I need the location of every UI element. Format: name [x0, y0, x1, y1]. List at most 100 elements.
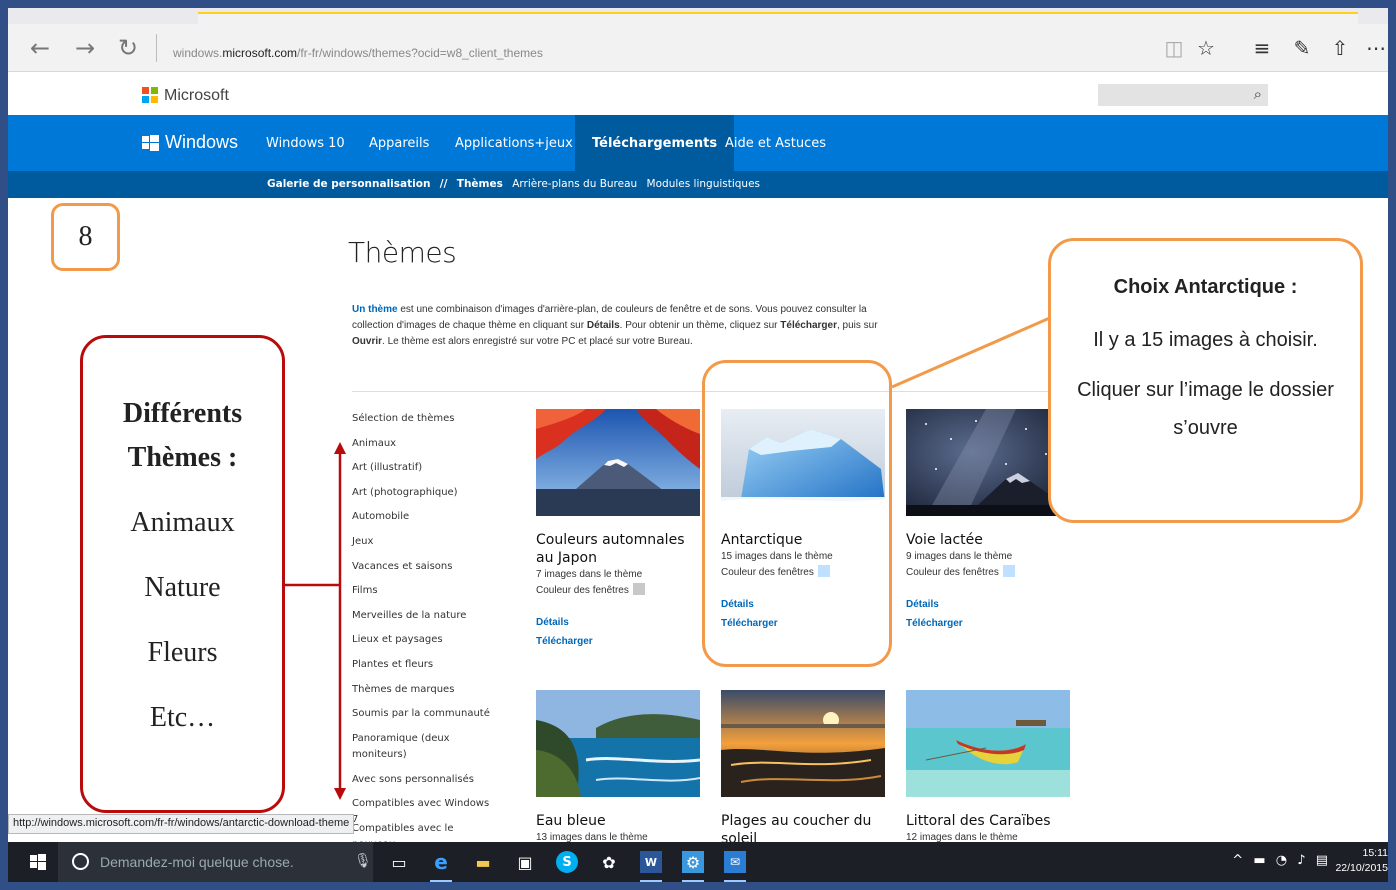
- theme-thumbnail-eau-bleue[interactable]: [536, 690, 700, 797]
- category-item[interactable]: Panoramique (deux moniteurs): [352, 731, 492, 772]
- theme-card-eau-bleue: Eau bleue 13 images dans le thème: [536, 690, 701, 846]
- battery-icon[interactable]: ▬: [1253, 853, 1265, 868]
- search-icon[interactable]: ⌕: [1254, 85, 1262, 103]
- theme-card-caraibes: Littoral des Caraïbes 12 images dans le …: [906, 690, 1071, 846]
- word-icon[interactable]: W: [640, 851, 662, 882]
- nav-item-applications-jeux[interactable]: Applications+jeux: [455, 136, 573, 151]
- theme-details-link[interactable]: Détails: [536, 617, 701, 628]
- web-note-icon[interactable]: ✎: [1286, 32, 1318, 64]
- category-item[interactable]: Thèmes de marques: [352, 682, 492, 707]
- start-windows-icon[interactable]: [30, 854, 46, 870]
- theme-image-count: 9 images dans le thème: [906, 551, 1013, 562]
- cortana-search-box[interactable]: Demandez-moi quelque chose. 🎙: [58, 842, 373, 882]
- nav-item-telechargements[interactable]: Téléchargements: [575, 115, 735, 171]
- category-item[interactable]: Lieux et paysages: [352, 632, 492, 657]
- forward-icon[interactable]: →: [71, 34, 99, 62]
- nav-item-aide-astuces[interactable]: Aide et Astuces: [725, 136, 826, 151]
- favorite-star-icon[interactable]: ☆: [1190, 32, 1222, 64]
- theme-thumbnail-voie-lactee[interactable]: [906, 409, 1070, 516]
- cortana-placeholder: Demandez-moi quelque chose.: [100, 854, 294, 870]
- status-bar-url: http://windows.microsoft.com/fr-fr/windo…: [8, 814, 355, 834]
- intro-theme-link[interactable]: Un thème: [352, 304, 398, 315]
- theme-download-link[interactable]: Télécharger: [536, 636, 701, 647]
- annotation-arrows: [285, 442, 346, 800]
- theme-thumbnail-japon[interactable]: [536, 409, 700, 516]
- theme-download-link[interactable]: Télécharger: [906, 618, 1071, 629]
- category-item[interactable]: Sélection de thèmes: [352, 411, 492, 436]
- refresh-icon[interactable]: ↻: [114, 34, 142, 62]
- back-icon[interactable]: ←: [26, 34, 54, 62]
- themes-annotation-item: Etc…: [149, 702, 216, 733]
- url-domain: microsoft.com: [222, 46, 298, 60]
- microsoft-brand[interactable]: Microsoft: [164, 87, 229, 105]
- category-item[interactable]: Jeux: [352, 534, 492, 559]
- theme-title[interactable]: Voie lactée: [906, 531, 1071, 549]
- color-swatch: [632, 583, 645, 595]
- task-view-icon[interactable]: ▭: [388, 851, 410, 873]
- skype-icon[interactable]: S: [556, 851, 578, 873]
- theme-thumbnail-caraibes[interactable]: [906, 690, 1070, 797]
- network-icon[interactable]: ◔: [1276, 853, 1287, 868]
- url-path: /fr-fr/windows/themes?ocid=w8_client_the…: [297, 46, 543, 60]
- paint-icon[interactable]: ✿: [598, 851, 620, 873]
- windows-logo-icon[interactable]: [142, 135, 159, 151]
- category-item[interactable]: Automobile: [352, 509, 492, 534]
- address-separator: [156, 34, 157, 62]
- subnav-gallery[interactable]: Galerie de personnalisation: [267, 178, 430, 190]
- callout-connector: [891, 315, 1053, 389]
- clock[interactable]: 15:11 22/10/2015: [1330, 846, 1388, 876]
- screenshot: ← → ↻ windows.microsoft.com/fr-fr/window…: [8, 8, 1388, 882]
- url-field[interactable]: windows.microsoft.com/fr-fr/windows/them…: [173, 46, 543, 60]
- window-color-label: Couleur des fenêtres: [536, 585, 629, 596]
- theme-title[interactable]: Littoral des Caraïbes: [906, 812, 1071, 830]
- theme-title[interactable]: Couleurs automnales au Japon: [536, 531, 701, 567]
- taskbar: Demandez-moi quelque chose. 🎙 ▭ e ▬ ▣ S …: [8, 842, 1388, 882]
- clock-date: 22/10/2015: [1335, 862, 1388, 874]
- category-item[interactable]: Avec sons personnalisés: [352, 772, 492, 797]
- volume-icon[interactable]: ♪: [1297, 853, 1305, 868]
- action-center-icon[interactable]: ▤: [1316, 853, 1328, 868]
- subnav-separator: //: [439, 178, 448, 190]
- store-icon[interactable]: ▣: [514, 851, 536, 873]
- windows-nav: Windows Windows 10 Appareils Application…: [8, 115, 1388, 171]
- intro-part: . Le thème est alors enregistré sur votr…: [382, 336, 693, 347]
- category-item[interactable]: Merveilles de la nature: [352, 608, 492, 633]
- category-item[interactable]: Soumis par la communauté: [352, 706, 492, 731]
- hub-icon[interactable]: ≡: [1246, 32, 1278, 64]
- active-tab[interactable]: [198, 12, 1358, 24]
- show-hidden-icons-icon[interactable]: ^: [1232, 853, 1243, 868]
- category-item[interactable]: Compatibles avec Windows 7: [352, 796, 492, 825]
- callout-heading: Choix Antarctique :: [1113, 276, 1298, 298]
- theme-details-link[interactable]: Détails: [906, 599, 1071, 610]
- nav-item-windows-10[interactable]: Windows 10: [266, 136, 345, 151]
- category-item[interactable]: Animaux: [352, 436, 492, 461]
- theme-thumbnail-plages[interactable]: [721, 690, 885, 797]
- themes-annotation-heading: Différents Thèmes :: [122, 398, 243, 473]
- microsoft-logo[interactable]: [142, 87, 158, 103]
- system-tray[interactable]: ^ ▬ ◔ ♪ ▤: [1232, 853, 1328, 868]
- category-item[interactable]: Art (illustratif): [352, 460, 492, 485]
- subnav-wallpapers[interactable]: Arrière-plans du Bureau: [512, 178, 637, 190]
- intro-open: Ouvrir: [352, 336, 383, 347]
- category-item[interactable]: Plantes et fleurs: [352, 657, 492, 682]
- category-item[interactable]: Films: [352, 583, 492, 608]
- antarctique-highlight: [702, 360, 892, 667]
- settings-gear-icon[interactable]: ⚙: [682, 851, 704, 882]
- intro-part: . Pour obtenir un thème, cliquez sur: [619, 320, 781, 331]
- subnav-themes[interactable]: Thèmes: [457, 178, 503, 190]
- theme-title[interactable]: Eau bleue: [536, 812, 701, 830]
- nav-item-appareils[interactable]: Appareils: [369, 136, 429, 151]
- microphone-icon[interactable]: 🎙: [354, 853, 372, 869]
- file-explorer-icon[interactable]: ▬: [472, 851, 494, 873]
- share-icon[interactable]: ⇧: [1324, 32, 1356, 64]
- outlook-icon[interactable]: ✉: [724, 851, 746, 882]
- edge-browser-icon[interactable]: e: [430, 850, 452, 882]
- windows-brand[interactable]: Windows: [165, 132, 238, 153]
- reading-view-icon[interactable]: ◫: [1158, 32, 1190, 64]
- subnav-languages[interactable]: Modules linguistiques: [647, 178, 760, 190]
- category-item[interactable]: Art (photographique): [352, 485, 492, 510]
- site-search-input[interactable]: ⌕: [1098, 84, 1268, 106]
- more-icon[interactable]: ⋯: [1360, 32, 1388, 64]
- category-item[interactable]: Vacances et saisons: [352, 559, 492, 584]
- intro-download: Télécharger: [780, 320, 837, 331]
